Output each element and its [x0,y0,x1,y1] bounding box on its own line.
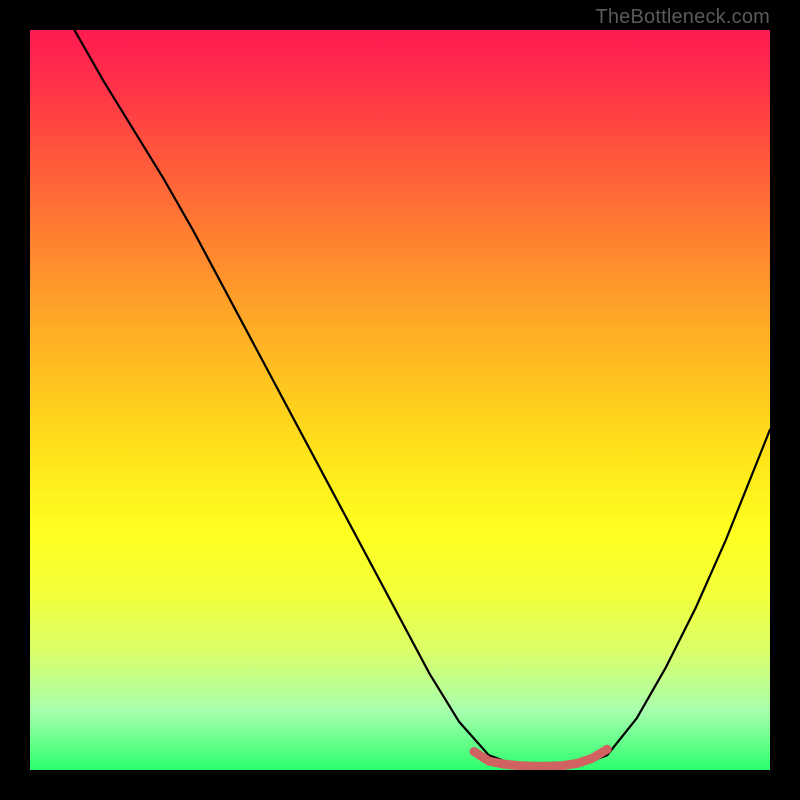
chart-stage: TheBottleneck.com [0,0,800,800]
optimal-band [474,749,607,766]
curve-layer [30,30,770,770]
bottleneck-curve [74,30,770,768]
attribution-text: TheBottleneck.com [595,6,770,29]
plot-area [30,30,770,770]
